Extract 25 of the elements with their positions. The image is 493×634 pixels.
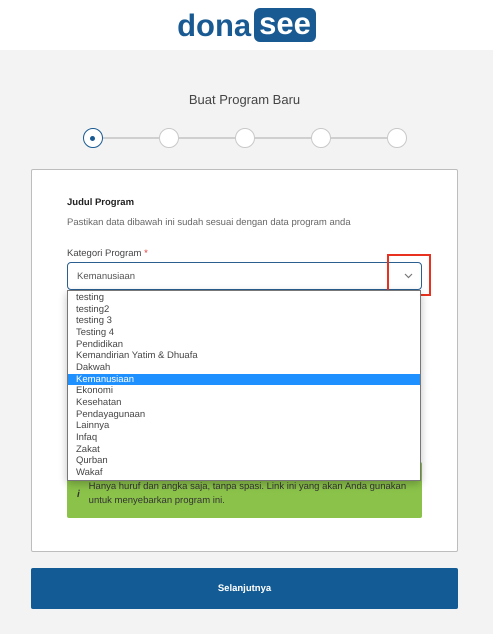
info-icon: i (77, 488, 83, 500)
note-text: Hanya huruf dan angka saja, tanpa spasi. Link ini yang akan Anda gunakan untuk menyebarkan program ini. (88, 480, 408, 508)
donasee-logo: dona see (177, 8, 316, 42)
dropdown-option[interactable]: Zakat (68, 444, 420, 456)
chevron-down-icon (404, 273, 413, 279)
section-heading: Judul Program (67, 197, 136, 208)
dropdown-option[interactable]: Dakwah (68, 362, 420, 374)
page-title: Buat Program Baru (188, 92, 302, 108)
field-label: Kategori Program * (67, 248, 149, 259)
dropdown-option[interactable]: Infaq (68, 432, 420, 444)
dropdown-option[interactable]: Pendayagunaan (68, 408, 420, 420)
dropdown-option[interactable]: Qurban (68, 455, 420, 467)
dropdown-option[interactable]: Lainnya (68, 420, 420, 432)
dropdown-option[interactable]: Kesehatan (68, 396, 420, 409)
dropdown-option[interactable]: testing 3 (68, 315, 420, 327)
dropdown-option[interactable]: Kemandirian Yatim & Dhuafa (68, 350, 420, 362)
dropdown-option[interactable]: testing2 (68, 304, 420, 316)
dropdown-option[interactable]: testing (68, 292, 420, 304)
dropdown-option[interactable]: Pendidikan (68, 338, 420, 350)
section-description: Pastikan data dibawah ini sudah sesuai dengan data program anda (67, 217, 352, 228)
dropdown-option[interactable]: Testing 4 (68, 326, 420, 339)
dropdown-option[interactable]: Ekonomi (68, 385, 420, 397)
category-dropdown[interactable]: Kemanusiaan (67, 262, 422, 290)
dropdown-option[interactable]: Wakaf (68, 466, 420, 478)
next-button[interactable]: Selanjutnya (31, 568, 458, 609)
